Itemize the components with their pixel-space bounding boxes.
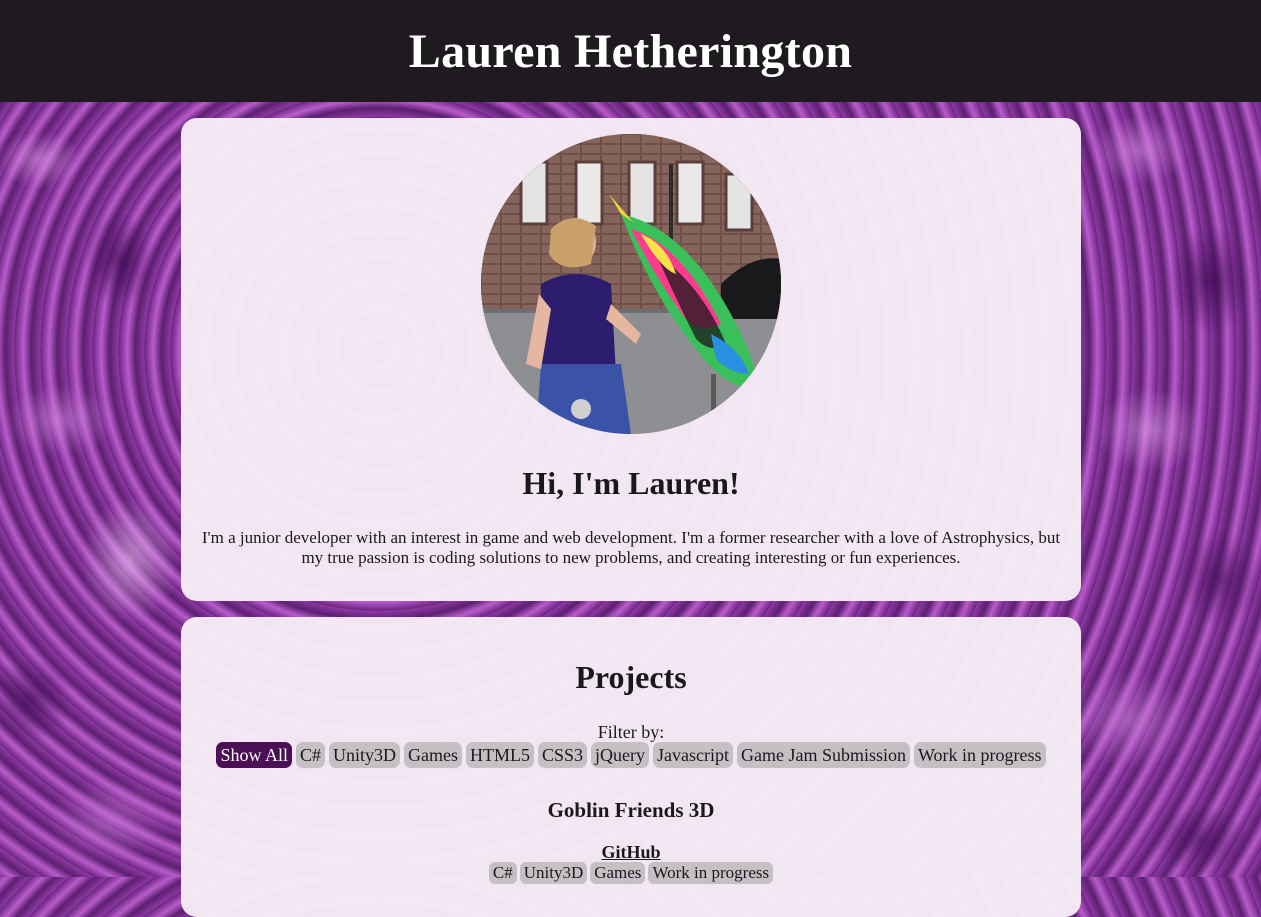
profile-photo [481,134,781,434]
profile-photo-image [481,134,781,434]
filter-html5[interactable]: HTML5 [466,742,534,768]
site-title: Lauren Hetherington [408,24,853,78]
filter-csharp[interactable]: C# [296,742,326,768]
project-tags: C# Unity3D Games Work in progress [181,862,1081,884]
filter-work-in-progress[interactable]: Work in progress [914,742,1046,768]
project-tag: Unity3D [519,862,588,884]
project-tag: C# [488,862,517,884]
filter-jquery[interactable]: jQuery [591,742,650,768]
projects-card: Projects Filter by: Show All C# Unity3D … [181,617,1081,917]
projects-heading: Projects [575,659,687,695]
project-link-container: GitHub [181,842,1081,862]
filter-javascript[interactable]: Javascript [653,742,733,768]
filter-css3[interactable]: CSS3 [538,742,588,768]
about-card: Hi, I'm Lauren! I'm a junior developer w… [181,118,1081,601]
project-title: Goblin Friends 3D [547,798,715,822]
site-header: Lauren Hetherington [0,0,1261,102]
filter-game-jam[interactable]: Game Jam Submission [737,742,910,768]
about-text: I'm a junior developer with an interest … [201,528,1061,567]
filter-games[interactable]: Games [404,742,462,768]
about-heading: Hi, I'm Lauren! [522,465,740,501]
filter-label: Filter by: [597,722,665,742]
github-link[interactable]: GitHub [601,842,660,862]
project-tag: Work in progress [648,862,774,884]
filter-show-all[interactable]: Show All [216,742,292,768]
project-tag: Games [590,862,646,884]
filter-unity3d[interactable]: Unity3D [329,742,401,768]
filter-row: Show All C# Unity3D Games HTML5 CSS3 jQu… [181,742,1081,768]
